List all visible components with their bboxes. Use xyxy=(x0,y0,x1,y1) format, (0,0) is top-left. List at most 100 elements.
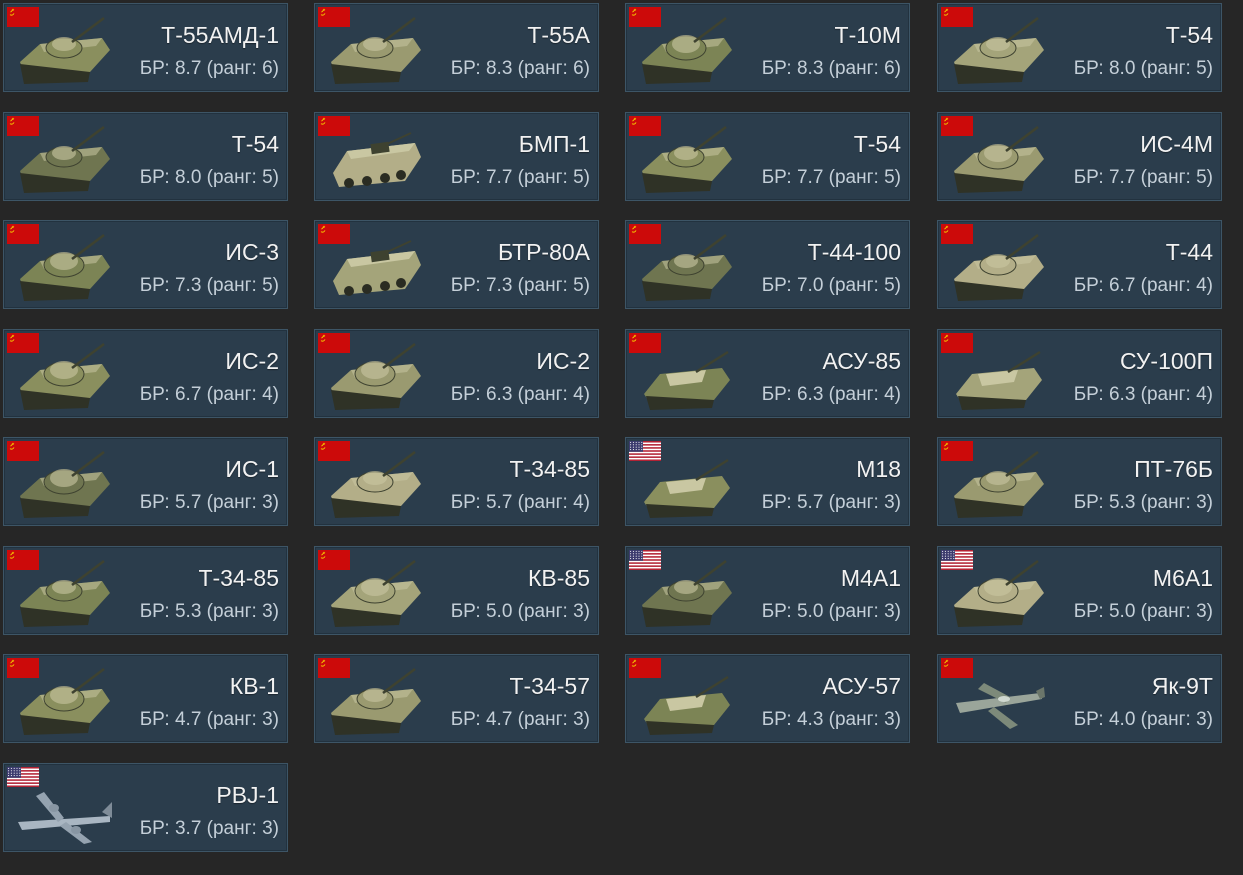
vehicle-card[interactable]: Як-9Т БР: 4.0 (ранг: 3) xyxy=(937,654,1222,743)
ussr-flag-icon xyxy=(7,224,39,244)
battle-rating: БР: 5.0 (ранг: 3) xyxy=(761,601,901,622)
ussr-flag-icon xyxy=(629,116,661,136)
battle-rating: БР: 4.7 (ранг: 3) xyxy=(139,709,279,730)
vehicle-name: ПТ-76Б xyxy=(1134,456,1213,482)
vehicle-name: Т-34-57 xyxy=(509,673,590,699)
vehicle-card[interactable]: Т-55А БР: 8.3 (ранг: 6) xyxy=(314,3,599,92)
battle-rating: БР: 7.7 (ранг: 5) xyxy=(450,167,590,188)
vehicle-card[interactable]: Т-54 БР: 8.0 (ранг: 5) xyxy=(937,3,1222,92)
battle-rating: БР: 8.0 (ранг: 5) xyxy=(139,167,279,188)
vehicle-card[interactable]: Т-34-85 БР: 5.3 (ранг: 3) xyxy=(3,546,288,635)
vehicle-card[interactable]: КВ-85 БР: 5.0 (ранг: 3) xyxy=(314,546,599,635)
vehicle-name: Як-9Т xyxy=(1151,673,1213,699)
vehicle-name: БМП-1 xyxy=(518,131,590,157)
battle-rating: БР: 5.3 (ранг: 3) xyxy=(1073,492,1213,513)
battle-rating: БР: 6.3 (ранг: 4) xyxy=(450,384,590,405)
ussr-flag-icon xyxy=(318,550,350,570)
usa-flag-icon xyxy=(629,441,661,461)
ussr-flag-icon xyxy=(629,658,661,678)
usa-flag-icon xyxy=(629,550,661,570)
vehicle-card[interactable]: Т-54 БР: 8.0 (ранг: 5) xyxy=(3,112,288,201)
vehicle-card[interactable]: ИС-2 БР: 6.7 (ранг: 4) xyxy=(3,329,288,418)
usa-flag-icon xyxy=(941,550,973,570)
vehicle-card[interactable]: ИС-3 БР: 7.3 (ранг: 5) xyxy=(3,220,288,309)
ussr-flag-icon xyxy=(318,7,350,27)
battle-rating: БР: 4.0 (ранг: 3) xyxy=(1073,709,1213,730)
vehicle-card[interactable]: PBJ-1 БР: 3.7 (ранг: 3) xyxy=(3,763,288,852)
vehicle-card[interactable]: M18 БР: 5.7 (ранг: 3) xyxy=(625,437,910,526)
ussr-flag-icon xyxy=(941,441,973,461)
vehicle-card[interactable]: Т-54 БР: 7.7 (ранг: 5) xyxy=(625,112,910,201)
vehicle-name: Т-44 xyxy=(1165,239,1213,265)
battle-rating: БР: 8.0 (ранг: 5) xyxy=(1073,58,1213,79)
battle-rating: БР: 5.7 (ранг: 4) xyxy=(450,492,590,513)
battle-rating: БР: 6.7 (ранг: 4) xyxy=(139,384,279,405)
vehicle-name: Т-55А xyxy=(527,22,590,48)
ussr-flag-icon xyxy=(941,116,973,136)
ussr-flag-icon xyxy=(629,7,661,27)
vehicle-name: ИС-2 xyxy=(536,348,590,374)
battle-rating: БР: 5.0 (ранг: 3) xyxy=(1073,601,1213,622)
vehicle-name: КВ-1 xyxy=(229,673,279,699)
vehicle-card[interactable]: Т-34-57 БР: 4.7 (ранг: 3) xyxy=(314,654,599,743)
battle-rating: БР: 6.3 (ранг: 4) xyxy=(1073,384,1213,405)
battle-rating: БР: 7.0 (ранг: 5) xyxy=(761,275,901,296)
vehicle-name: Т-34-85 xyxy=(509,456,590,482)
battle-rating: БР: 7.3 (ранг: 5) xyxy=(139,275,279,296)
vehicle-name: КВ-85 xyxy=(528,565,590,591)
vehicle-card[interactable]: КВ-1 БР: 4.7 (ранг: 3) xyxy=(3,654,288,743)
battle-rating: БР: 8.3 (ранг: 6) xyxy=(761,58,901,79)
vehicle-name: Т-55АМД-1 xyxy=(161,22,279,48)
vehicle-name: БТР-80А xyxy=(497,239,590,265)
battle-rating: БР: 7.3 (ранг: 5) xyxy=(450,275,590,296)
vehicle-card[interactable]: Т-44 БР: 6.7 (ранг: 4) xyxy=(937,220,1222,309)
battle-rating: БР: 7.7 (ранг: 5) xyxy=(1073,167,1213,188)
battle-rating: БР: 7.7 (ранг: 5) xyxy=(761,167,901,188)
ussr-flag-icon xyxy=(941,7,973,27)
vehicle-card[interactable]: Т-10М БР: 8.3 (ранг: 6) xyxy=(625,3,910,92)
ussr-flag-icon xyxy=(318,658,350,678)
battle-rating: БР: 5.3 (ранг: 3) xyxy=(139,601,279,622)
vehicle-card[interactable]: БМП-1 БР: 7.7 (ранг: 5) xyxy=(314,112,599,201)
battle-rating: БР: 6.3 (ранг: 4) xyxy=(761,384,901,405)
vehicle-name: Т-44-100 xyxy=(807,239,901,265)
vehicle-name: M4A1 xyxy=(840,565,901,591)
vehicle-card[interactable]: АСУ-85 БР: 6.3 (ранг: 4) xyxy=(625,329,910,418)
ussr-flag-icon xyxy=(629,224,661,244)
ussr-flag-icon xyxy=(629,333,661,353)
battle-rating: БР: 8.3 (ранг: 6) xyxy=(450,58,590,79)
battle-rating: БР: 4.7 (ранг: 3) xyxy=(450,709,590,730)
ussr-flag-icon xyxy=(7,7,39,27)
vehicle-card[interactable]: АСУ-57 БР: 4.3 (ранг: 3) xyxy=(625,654,910,743)
battle-rating: БР: 5.0 (ранг: 3) xyxy=(450,601,590,622)
vehicle-card[interactable]: Т-44-100 БР: 7.0 (ранг: 5) xyxy=(625,220,910,309)
vehicle-name: Т-10М xyxy=(834,22,901,48)
ussr-flag-icon xyxy=(7,658,39,678)
ussr-flag-icon xyxy=(941,333,973,353)
ussr-flag-icon xyxy=(318,116,350,136)
ussr-flag-icon xyxy=(318,224,350,244)
vehicle-name: PBJ-1 xyxy=(216,782,279,808)
vehicle-card[interactable]: ПТ-76Б БР: 5.3 (ранг: 3) xyxy=(937,437,1222,526)
battle-rating: БР: 3.7 (ранг: 3) xyxy=(139,818,279,839)
ussr-flag-icon xyxy=(7,116,39,136)
ussr-flag-icon xyxy=(7,333,39,353)
vehicle-card[interactable]: ИС-4М БР: 7.7 (ранг: 5) xyxy=(937,112,1222,201)
ussr-flag-icon xyxy=(318,441,350,461)
battle-rating: БР: 6.7 (ранг: 4) xyxy=(1073,275,1213,296)
vehicle-name: ИС-1 xyxy=(225,456,279,482)
vehicle-card[interactable]: СУ-100П БР: 6.3 (ранг: 4) xyxy=(937,329,1222,418)
vehicle-name: ИС-4М xyxy=(1140,131,1213,157)
vehicle-card[interactable]: Т-34-85 БР: 5.7 (ранг: 4) xyxy=(314,437,599,526)
vehicle-card[interactable]: M4A1 БР: 5.0 (ранг: 3) xyxy=(625,546,910,635)
vehicle-name: АСУ-57 xyxy=(822,673,901,699)
battle-rating: БР: 5.7 (ранг: 3) xyxy=(761,492,901,513)
vehicle-name: M6A1 xyxy=(1152,565,1213,591)
vehicle-card[interactable]: Т-55АМД-1 БР: 8.7 (ранг: 6) xyxy=(3,3,288,92)
vehicle-card[interactable]: ИС-1 БР: 5.7 (ранг: 3) xyxy=(3,437,288,526)
vehicle-card[interactable]: M6A1 БР: 5.0 (ранг: 3) xyxy=(937,546,1222,635)
vehicle-card[interactable]: БТР-80А БР: 7.3 (ранг: 5) xyxy=(314,220,599,309)
vehicle-card[interactable]: ИС-2 БР: 6.3 (ранг: 4) xyxy=(314,329,599,418)
ussr-flag-icon xyxy=(941,658,973,678)
ussr-flag-icon xyxy=(318,333,350,353)
